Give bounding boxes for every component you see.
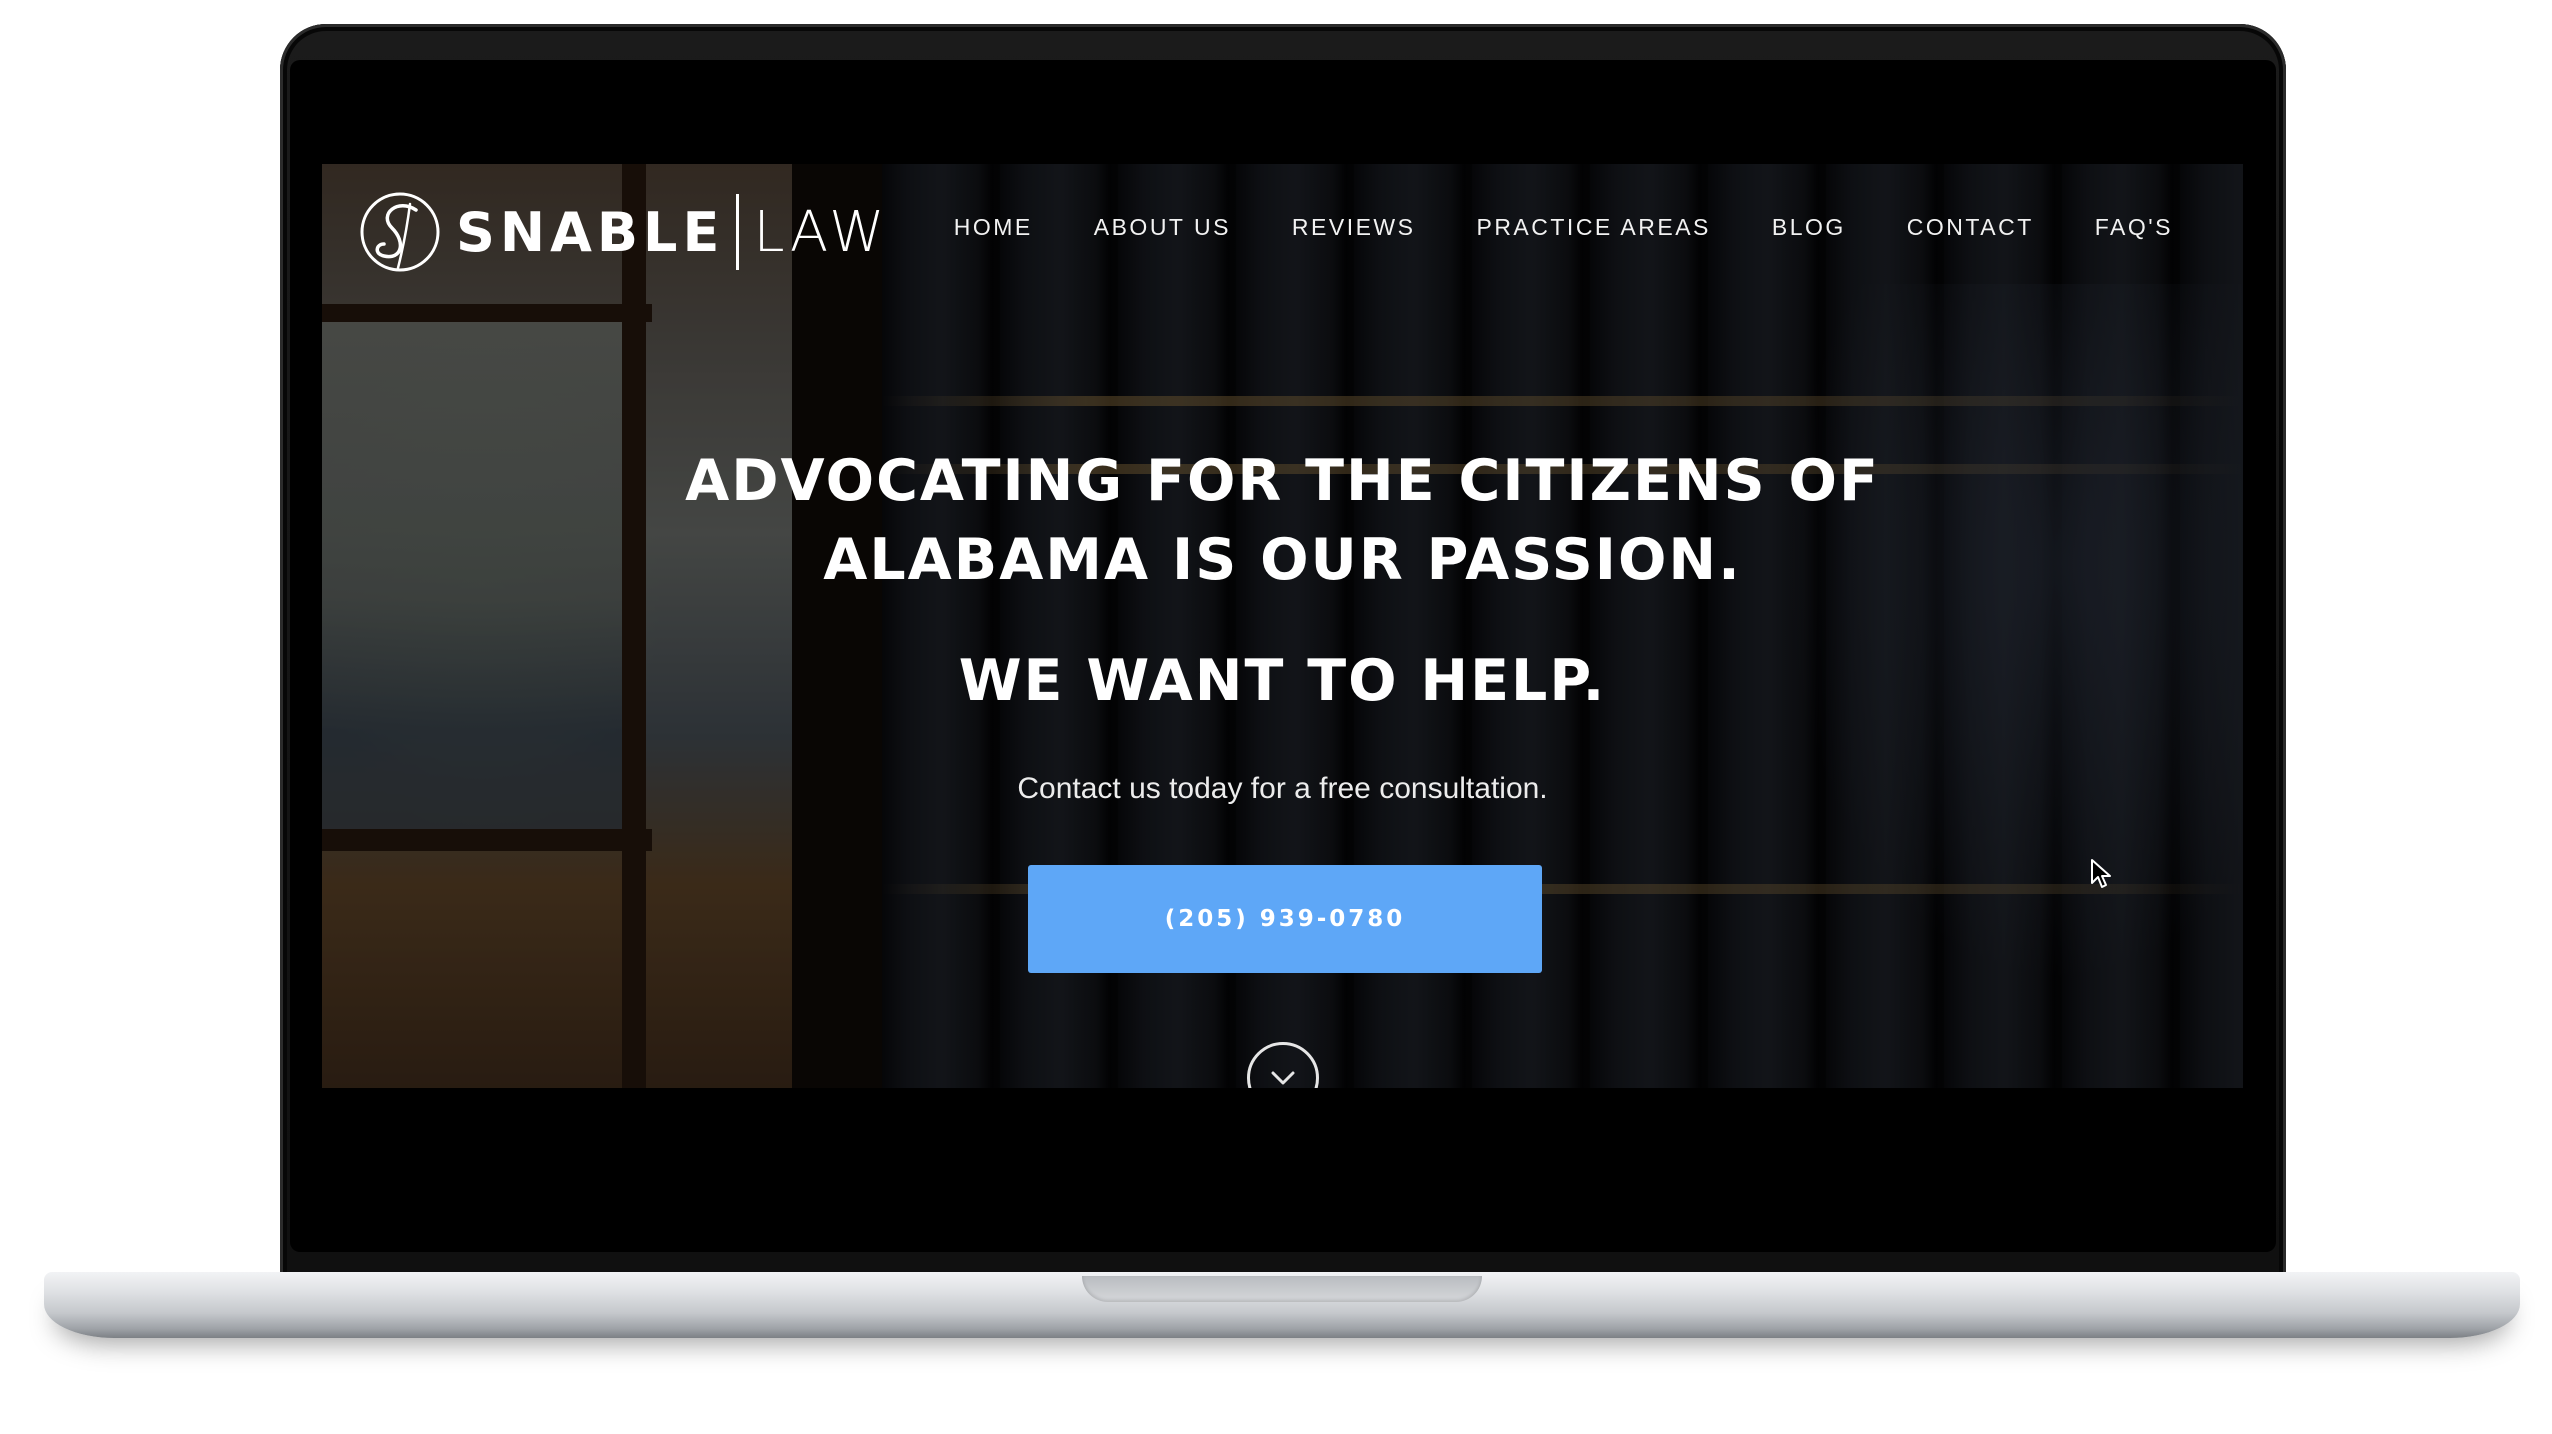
chevron-down-icon	[1271, 1071, 1295, 1085]
mouse-pointer-icon	[2091, 859, 2111, 888]
hero-subtitle: WE WANT TO HELP.	[958, 648, 1607, 714]
phone-cta-button[interactable]: (205) 939-0780	[1028, 865, 1542, 973]
nav-home[interactable]: HOME	[954, 214, 1033, 241]
website-screen: SNABLE LAW HOME ABOUT US REVIEWS PRACTIC…	[322, 164, 2243, 1088]
hero-title-line-1: ADVOCATING FOR THE CITIZENS OF	[685, 448, 1880, 514]
nav-about-us[interactable]: ABOUT US	[1094, 214, 1231, 241]
logo-monogram-icon	[360, 192, 440, 272]
hero-description: Contact us today for a free consultation…	[1017, 772, 1548, 805]
laptop-notch	[1082, 1276, 1482, 1302]
logo-word-law: LAW	[753, 199, 889, 265]
logo-word-snable: SNABLE	[456, 200, 725, 264]
hero-title: ADVOCATING FOR THE CITIZENS OF ALABAMA I…	[322, 442, 2243, 600]
nav-practice-areas[interactable]: PRACTICE AREAS	[1476, 214, 1710, 241]
logo-divider	[736, 194, 740, 270]
nav-faqs[interactable]: FAQ'S	[2095, 214, 2173, 241]
main-nav: HOME ABOUT US REVIEWS PRACTICE AREAS BLO…	[893, 214, 2173, 241]
hero-title-line-2: ALABAMA IS OUR PASSION.	[823, 527, 1742, 593]
nav-blog[interactable]: BLOG	[1772, 214, 1846, 241]
site-logo[interactable]: SNABLE LAW	[358, 184, 888, 280]
nav-reviews[interactable]: REVIEWS	[1292, 214, 1416, 241]
nav-contact[interactable]: CONTACT	[1907, 214, 2034, 241]
